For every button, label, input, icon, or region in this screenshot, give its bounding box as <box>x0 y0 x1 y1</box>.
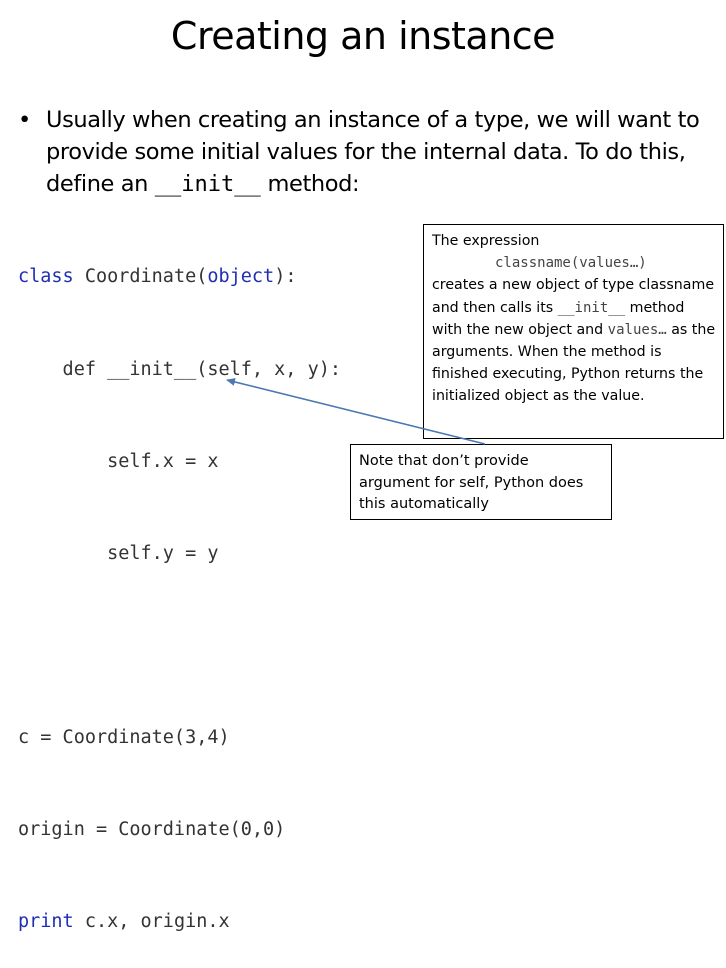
keyword-object: object <box>207 266 275 288</box>
callout-heading: The expression <box>432 233 540 249</box>
code-line-c: c = Coordinate(3,4) <box>18 726 230 748</box>
code-line-self-y: self.y = y <box>18 542 219 564</box>
bullet-text: Usually when creating an instance of a t… <box>46 104 708 201</box>
keyword-class: class <box>18 266 74 288</box>
code-line-origin: origin = Coordinate(0,0) <box>18 818 286 840</box>
bullet-text-after: method: <box>260 171 360 197</box>
code-line-class: class Coordinate(object): <box>18 262 341 293</box>
code-block: class Coordinate(object): def __init__(s… <box>18 201 341 968</box>
code-line-print: print c.x, origin.x <box>18 907 341 938</box>
keyword-print: print <box>18 911 74 933</box>
callout-values-code: values… <box>607 321 667 338</box>
bullet-init-code: __init__ <box>154 172 261 197</box>
bullet-text-before: Usually when creating an instance of a t… <box>46 107 700 197</box>
code-line-def: def __init__(self, x, y): <box>18 358 342 380</box>
code-class-end: ): <box>274 266 297 288</box>
bullet-point: • Usually when creating an instance of a… <box>18 104 708 201</box>
callout-body: creates a new object of type classname a… <box>432 274 717 407</box>
code-print-args: c.x, origin.x <box>73 911 230 933</box>
bullet-marker: • <box>18 107 31 133</box>
code-class-name: Coordinate( <box>73 266 208 288</box>
callout-init-code: __init__ <box>557 299 626 316</box>
callout-classname-code: classname(values…) <box>495 255 647 272</box>
self-note-text: Note that don’t provide argument for sel… <box>359 453 584 512</box>
slide-title: Creating an instance <box>170 14 556 58</box>
code-line-self-x: self.x = x <box>18 450 219 472</box>
self-note-callout: Note that don’t provide argument for sel… <box>350 444 612 520</box>
expression-callout: The expression classname(values…) create… <box>423 224 724 439</box>
